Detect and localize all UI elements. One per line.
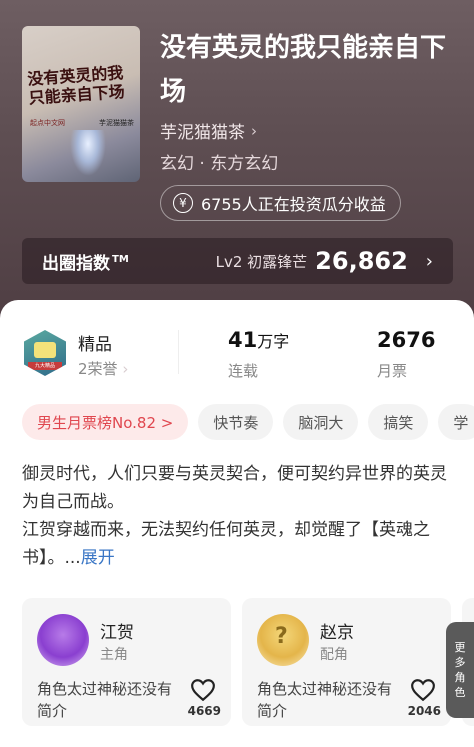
quality-badge-icon[interactable]: 九大精品: [24, 330, 66, 376]
heart-icon[interactable]: [190, 678, 216, 702]
book-description[interactable]: 御灵时代，人们只要与英灵契合，便可契约异世界的英灵为自己而战。 江贺穿越而来，无…: [22, 460, 454, 572]
like-count: 2046: [407, 704, 441, 718]
invest-label: 6755人正在投资瓜分收益: [201, 195, 386, 214]
monthly-ticket-count[interactable]: 2676: [377, 328, 435, 352]
cover-title: 没有英灵的我只能亲自下场: [26, 63, 126, 108]
invest-button[interactable]: ¥ 6755人正在投资瓜分收益: [160, 185, 401, 221]
chevron-right-icon: ›: [425, 250, 433, 272]
character-intro: 角色太过神秘还没有简介: [257, 680, 393, 720]
heat-index-label: 出圈指数 TM: [42, 253, 129, 274]
author-name: 芋泥猫猫茶: [160, 123, 245, 143]
character-card[interactable]: 江贺 主角 角色太过神秘还没有简介 4669: [22, 598, 231, 726]
heat-score: 26,862: [315, 247, 408, 275]
heat-level: Lv2 初露锋芒: [215, 252, 308, 271]
cover-publisher: 起点中文网: [30, 119, 65, 127]
more-characters-button[interactable]: 更多角色: [446, 622, 474, 718]
character-name: 江贺: [100, 623, 134, 643]
cover-figure: [70, 130, 106, 176]
serial-status: 连载: [228, 362, 259, 380]
monthly-ticket-label: 月票: [377, 362, 408, 380]
quality-label: 精品: [78, 335, 112, 355]
book-title: 没有英灵的我只能亲自下场: [160, 33, 447, 107]
author-link[interactable]: 芋泥猫猫茶 ›: [160, 118, 257, 144]
character-role: 主角: [100, 647, 128, 663]
tag-overflow[interactable]: 学: [438, 404, 474, 440]
character-list: 江贺 主角 角色太过神秘还没有简介 4669 ? 赵京 配角 角色太过神秘还没有…: [22, 598, 474, 728]
book-detail-panel: 九大精品 精品 2荣誉 › 41万字 连载 2676 月票 男生月票榜No.82…: [0, 300, 474, 747]
heat-index-bar[interactable]: 出圈指数 TM Lv2 初露锋芒 26,862 ›: [22, 238, 453, 284]
tag-list: 男生月票榜No.82 > 快节奏 脑洞大 搞笑 学: [22, 404, 474, 440]
rank-tag[interactable]: 男生月票榜No.82 >: [22, 404, 189, 440]
stats-row: 九大精品 精品 2荣誉 › 41万字 连载 2676 月票: [0, 324, 474, 384]
word-count: 41万字: [228, 328, 290, 352]
character-intro: 角色太过神秘还没有简介: [37, 680, 173, 720]
character-name: 赵京: [320, 623, 354, 643]
avatar: ?: [257, 614, 309, 666]
avatar: [37, 614, 89, 666]
book-genre[interactable]: 玄幻 · 东方玄幻: [160, 149, 278, 174]
chevron-right-icon: ›: [251, 121, 257, 140]
like-count: 4669: [187, 704, 221, 718]
honors-link[interactable]: 2荣誉 ›: [78, 358, 128, 379]
divider: [178, 330, 179, 374]
yen-icon: ¥: [173, 193, 193, 213]
book-header: 没有英灵的我只能亲自下场 起点中文网 芋泥猫猫茶 没有英灵的我只能亲自下场 芋泥…: [0, 0, 474, 320]
expand-link[interactable]: 展开: [81, 548, 115, 568]
book-cover[interactable]: 没有英灵的我只能亲自下场 起点中文网 芋泥猫猫茶: [22, 26, 140, 182]
cover-author: 芋泥猫猫茶: [99, 119, 134, 127]
tag-fast-pace[interactable]: 快节奏: [198, 404, 274, 440]
tag-funny[interactable]: 搞笑: [368, 404, 429, 440]
chevron-right-icon: ›: [122, 360, 129, 378]
tag-creative[interactable]: 脑洞大: [283, 404, 359, 440]
badge-ribbon: 九大精品: [28, 362, 62, 370]
character-card[interactable]: ? 赵京 配角 角色太过神秘还没有简介 2046: [242, 598, 451, 726]
character-role: 配角: [320, 647, 348, 663]
heart-icon[interactable]: [410, 678, 436, 702]
